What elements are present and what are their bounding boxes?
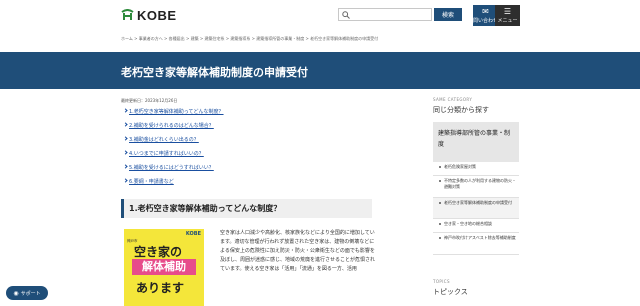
sidebar-category-box[interactable]: 建築指導部所管の事業・制度 [433,122,519,162]
sidebar-item[interactable]: 神戸市吹付けアスベスト除去等補助制度 [433,233,519,255]
bullet-icon [439,223,441,225]
chevron-right-icon [123,122,128,127]
toc-item[interactable]: 1.老朽空き家等解体補助ってどんな制度？ [123,108,224,115]
toc-item[interactable]: 2.補助を受けられるのはどんな場合？ [123,122,214,129]
topics-title: トピックス [433,288,468,296]
toc-link[interactable]: 1.老朽空き家等解体補助ってどんな制度？ [129,109,224,115]
mail-icon: ✉ [482,7,489,16]
toc-link[interactable]: 5.補助を受けるにはどうすればいい？ [129,165,214,171]
sidebar-item-label: 神戸市吹付けアスベスト除去等補助制度 [444,235,516,240]
toc-link[interactable]: 2.補助を受けられるのはどんな場合？ [129,123,214,129]
section-heading: 1.老朽空き家等解体補助ってどんな制度？ [121,199,372,218]
toc-item[interactable]: 3.補助金はどれくらい出るの？ [123,136,199,143]
poster-image: KOBE 神戸市 空き家の 解体補助 あります [124,229,204,306]
bullet-icon [439,166,441,168]
sidebar-item[interactable]: 不特定多数の人が利用する建物の防火・避難対策 [433,176,519,198]
sidebar-item-label: 空き家・空き地の総合相談 [444,221,492,226]
chevron-right-icon [123,108,128,113]
sidebar-item[interactable]: 空き家・空き地の総合相談 [433,219,519,233]
toc-link[interactable]: 3.補助金はどれくらい出るの？ [129,137,199,143]
chevron-right-icon [123,150,128,155]
toc-item[interactable]: 5.補助を受けるにはどうすればいい？ [123,164,214,171]
menu-label: メニュー [497,18,518,24]
sidebar-item-current[interactable]: 老朽空き家等解体補助制度の申請受付 [433,198,519,219]
title-band: 老朽空き家等解体補助制度の申請受付 [0,52,640,89]
chevron-right-icon [123,164,128,169]
search-icon [342,11,350,19]
bullet-icon [439,202,441,204]
bullet-icon [439,180,441,182]
chevron-right-icon [123,178,128,183]
sidebar-item-label: 老朽空き家等解体補助制度の申請受付 [444,200,512,205]
poster-line-2: 解体補助 [132,259,196,275]
poster-badge: KOBE [185,231,201,237]
toc-link[interactable]: 4.いつまでに申請すればいいの？ [129,151,204,157]
chevron-right-icon [123,136,128,141]
toc-item[interactable]: 4.いつまでに申請すればいいの？ [123,150,204,157]
kobe-logo-icon [121,9,134,20]
sidebar-item-label: 不特定多数の人が利用する建物の防火・避難対策 [444,178,516,189]
sidebar-item-label: 老朽危険家屋対策 [444,164,476,169]
support-icon: ◉ [13,289,19,297]
toc-link[interactable]: 6.要綱・申請書など [129,179,174,185]
breadcrumb[interactable]: ホーム > 事業者の方へ > 各種届出 > 建築 > 建築住宅系 > 建築指導系… [121,36,378,42]
hamburger-icon: ☰ [503,7,512,16]
section-body: 空き家は人口減少や高齢化、核家族化などにより全国的に増加しています。適切な管理が… [220,230,376,272]
search-input[interactable] [338,8,432,21]
bullet-icon [439,237,441,239]
site-header: KOBE 検索 ✉ 問い合わせ ☰ メニュー [0,0,640,27]
page-title: 老朽空き家等解体補助制度の申請受付 [121,66,308,79]
toc-item[interactable]: 6.要綱・申請書など [123,178,174,185]
last-updated: 最終更新日：2023年12月26日 [121,98,178,103]
topics-label: TOPICS [433,279,450,284]
search-button[interactable]: 検索 [434,8,462,21]
same-category-label: SAME CATEGORY [433,97,473,102]
section-heading-text: 1.老朽空き家等解体補助ってどんな制度？ [129,204,282,213]
sidebar-category-title: 建築指導部所管の事業・制度 [438,130,511,148]
logo-text: KOBE [137,7,177,23]
poster-line-1: 空き家の [134,245,183,259]
menu-button[interactable]: ☰ メニュー [495,5,520,26]
site-logo[interactable]: KOBE [121,7,177,23]
poster-line-3: あります [136,281,185,295]
sidebar-item[interactable]: 老朽危険家屋対策 [433,162,519,176]
support-button[interactable]: ◉ サポート [6,286,48,300]
same-category-title: 同じ分類から探す [433,106,489,114]
support-label: サポート [20,290,41,297]
